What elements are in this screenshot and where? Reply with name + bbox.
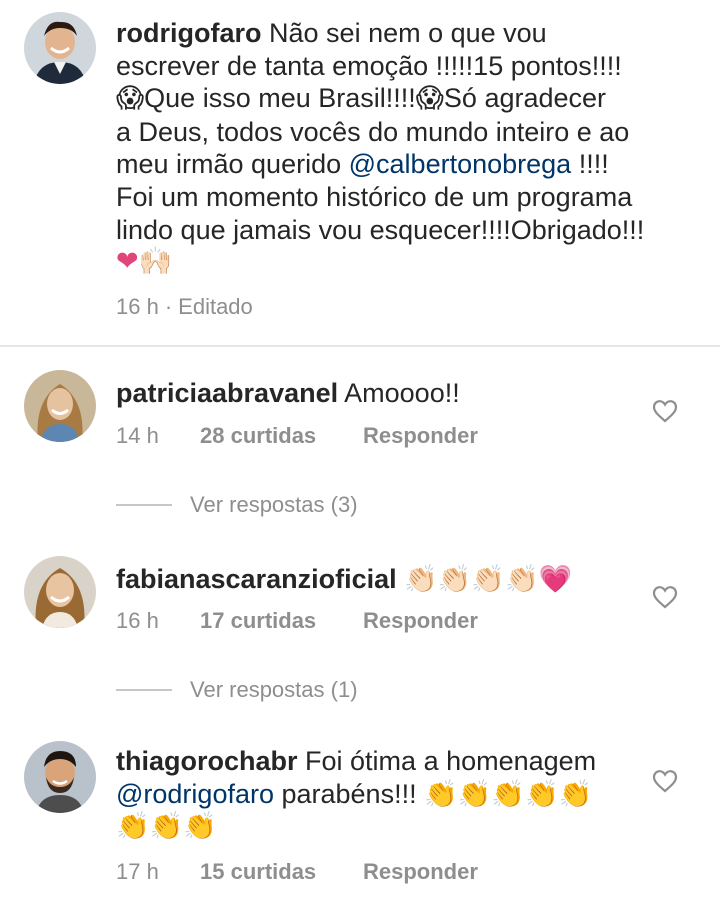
caption-meta: 16 h · Editado [116,294,253,320]
view-replies-label[interactable]: Ver respostas (3) [190,492,358,518]
caption-line: escrever de tanta emoção !!!!!15 pontos!… [116,50,622,81]
comment-body: 👏🏻👏🏻👏🏻👏🏻💗 [404,564,573,595]
scream-emoji: 😱 [415,83,444,115]
avatar-rodrigofaro[interactable] [24,12,96,84]
view-replies[interactable]: Ver respostas (3) [116,492,358,518]
comment-username[interactable]: thiagorochabr [116,746,298,776]
caption-username[interactable]: rodrigofaro [116,18,262,48]
comment-body: parabéns!!! [273,778,425,809]
like-button[interactable] [652,399,678,423]
like-button[interactable] [652,769,678,793]
view-replies[interactable]: Ver respostas (1) [116,677,358,703]
comment-text: fabianascaranzioficial 👏🏻👏🏻👏🏻👏🏻💗 [116,563,572,597]
comment-text: patriciaabravanel Amoooo!! [116,377,460,410]
replies-line [116,689,172,691]
comment-body: Foi ótima a homenagem [305,746,597,776]
avatar-thiagorochabr[interactable] [24,741,96,813]
comment-username[interactable]: fabianascaranzioficial [116,564,397,594]
replies-line [116,504,172,506]
comment-time: 16 h [116,608,159,633]
caption-line: meu irmão querido [116,149,349,180]
caption-line: Só agradecer [443,83,607,114]
caption-line: Foi um momento histórico de um programa [116,181,633,212]
comment-time: 14 h [116,423,159,448]
caption-line: a Deus, todos vocês do mundo inteiro e a… [116,116,630,147]
caption-edited: Editado [178,294,253,319]
comment-meta: 16 h 17 curtidas Responder [116,608,478,634]
comment-meta: 17 h 15 curtidas Responder [116,859,478,885]
comment-meta: 14 h 28 curtidas Responder [116,423,478,449]
heart-outline-icon [652,400,678,423]
caption-divider [0,345,720,347]
clap-emoji-line: 👏👏👏 [116,811,217,843]
view-replies-label[interactable]: Ver respostas (1) [190,677,358,703]
caption-emoji-line: ❤🙌🏻 [116,246,173,278]
mention-link[interactable]: @calbertonobrega [349,149,572,179]
likes-count[interactable]: 17 curtidas [200,608,363,634]
likes-count[interactable]: 15 curtidas [200,859,363,885]
comment-time: 17 h [116,859,159,884]
comment-username[interactable]: patriciaabravanel [116,378,338,408]
caption-text: rodrigofaro Não sei nem o que vou escrev… [116,17,696,279]
caption-separator: · [164,294,173,319]
caption-time: 16 h [116,294,159,319]
mention-link[interactable]: @rodrigofaro [116,779,274,809]
comment-text: thiagorochabr Foi ótima a homenagem @rod… [116,745,656,844]
caption-line: Que isso meu Brasil!!!! [144,83,416,114]
like-button[interactable] [652,585,678,609]
scream-emoji: 😱 [116,83,145,115]
reply-button[interactable]: Responder [363,859,478,885]
reply-button[interactable]: Responder [363,608,478,634]
avatar-fabianascaranzioficial[interactable] [24,556,96,628]
reply-button[interactable]: Responder [363,423,478,449]
avatar-patriciaabravanel[interactable] [24,370,96,442]
heart-outline-icon [652,770,678,793]
caption-line: lindo que jamais vou esquecer!!!!Obrigad… [116,214,645,245]
caption-line: !!!! [571,149,609,180]
likes-count[interactable]: 28 curtidas [200,423,363,449]
caption-line: Não sei nem o que vou [269,18,547,48]
clap-emoji-line: 👏👏👏👏👏 [424,778,593,810]
heart-outline-icon [652,586,678,609]
comment-body: Amoooo!! [344,378,460,408]
